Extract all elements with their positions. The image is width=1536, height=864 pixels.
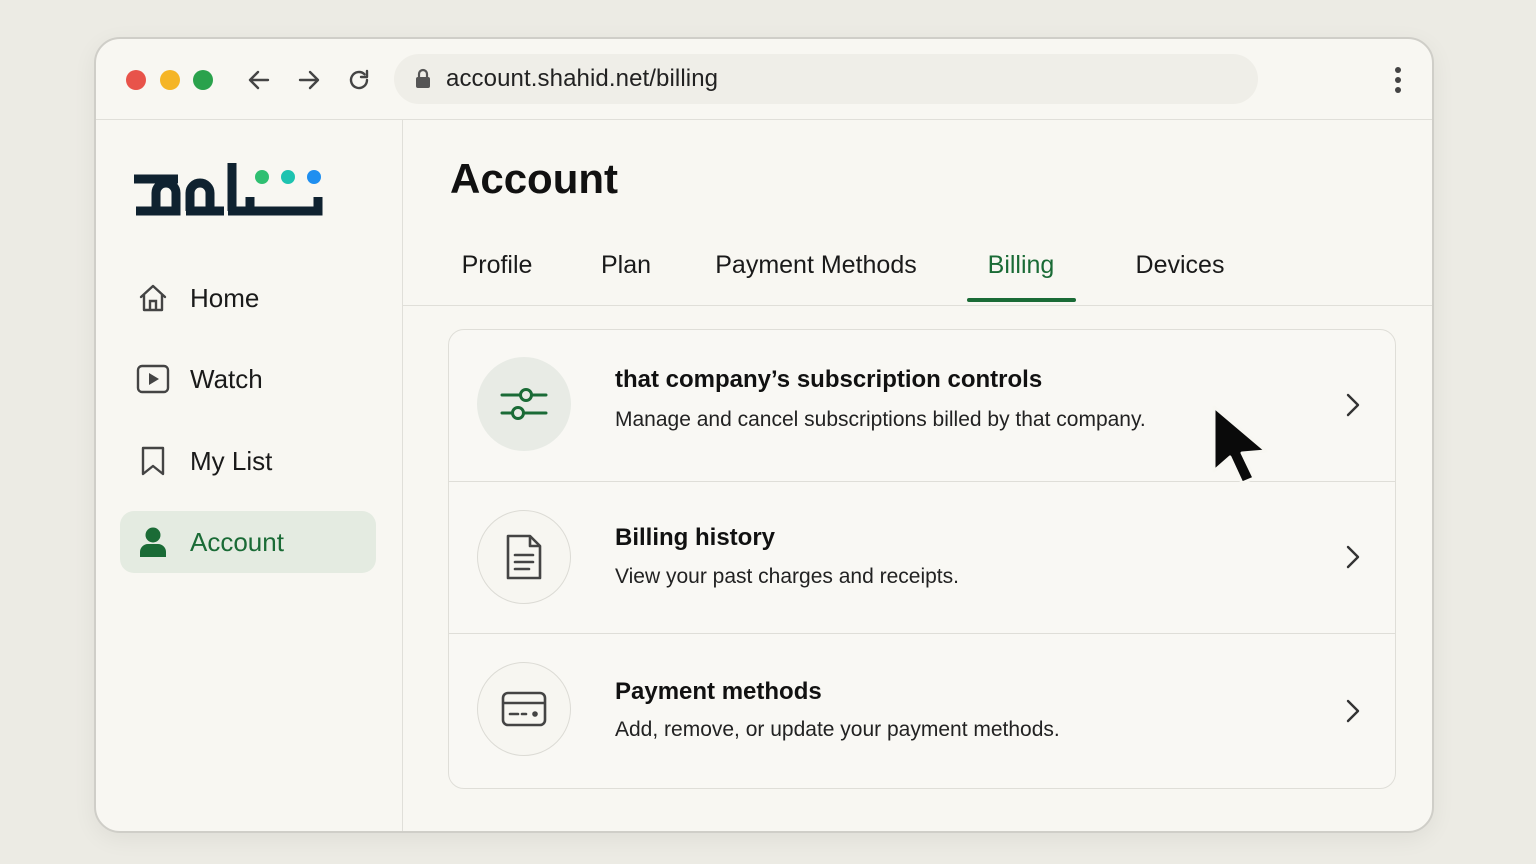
arrow-left-icon [248, 70, 270, 90]
sidebar-item-label: Home [190, 282, 260, 313]
tab-payment-methods[interactable]: Payment Methods [712, 251, 920, 280]
more-vertical-icon [1395, 67, 1401, 93]
browser-titlebar: account.shahid.net/billing [96, 39, 1432, 120]
sidebar-item-my-list[interactable]: My List [120, 430, 376, 492]
credit-card-icon [477, 662, 571, 756]
forward-button[interactable] [294, 65, 324, 95]
tab-bar: Profile Plan Payment Methods Billing Dev… [402, 231, 1432, 306]
play-icon [136, 362, 170, 396]
document-icon [477, 510, 571, 604]
sidebar-item-watch[interactable]: Watch [120, 348, 376, 410]
sidebar: Home Watch My List Account [96, 119, 403, 831]
page-title: Account [450, 155, 618, 202]
reload-icon [349, 69, 369, 90]
list-item-billing-history[interactable]: Billing history View your past charges a… [449, 481, 1395, 634]
mouse-cursor-icon [1208, 403, 1274, 487]
reload-button[interactable] [344, 65, 374, 95]
sliders-icon [477, 357, 571, 451]
tab-devices[interactable]: Devices [1134, 251, 1226, 280]
minimize-window-button[interactable] [160, 70, 180, 90]
back-button[interactable] [244, 65, 274, 95]
chevron-right-icon [1341, 696, 1365, 726]
row-description: View your past charges and receipts. [615, 565, 959, 588]
sidebar-item-account[interactable]: Account [120, 511, 376, 573]
tab-plan[interactable]: Plan [598, 251, 654, 280]
row-title: Payment methods [615, 678, 822, 705]
row-title: that company’s subscription controls [615, 366, 1043, 393]
browser-menu-button[interactable] [1392, 65, 1404, 95]
close-window-button[interactable] [126, 70, 146, 90]
arrow-right-icon [298, 70, 320, 90]
shahid-logo[interactable] [132, 159, 332, 219]
sidebar-item-label: Account [190, 526, 284, 557]
address-bar[interactable]: account.shahid.net/billing [394, 54, 1258, 104]
chevron-right-icon [1341, 542, 1365, 572]
sidebar-item-label: Watch [190, 363, 263, 394]
tab-billing[interactable]: Billing [982, 251, 1060, 280]
sidebar-item-label: My List [190, 445, 273, 476]
chevron-right-icon [1341, 390, 1365, 420]
home-icon [136, 281, 170, 315]
maximize-window-button[interactable] [193, 70, 213, 90]
lock-icon [414, 68, 432, 90]
row-description: Add, remove, or update your payment meth… [615, 718, 1060, 741]
bookmark-icon [136, 444, 170, 478]
billing-options-card: that company’s subscription controls Man… [448, 329, 1396, 789]
user-icon [136, 525, 170, 559]
main-content: Account Profile Plan Payment Methods Bil… [402, 119, 1432, 831]
row-title: Billing history [615, 524, 776, 551]
url-text: account.shahid.net/billing [446, 65, 719, 92]
row-description: Manage and cancel subscriptions billed b… [615, 408, 1146, 431]
list-item-payment-methods[interactable]: Payment methods Add, remove, or update y… [449, 633, 1395, 786]
sidebar-item-home[interactable]: Home [120, 267, 376, 329]
tab-profile[interactable]: Profile [460, 251, 534, 280]
active-tab-indicator [967, 298, 1076, 302]
